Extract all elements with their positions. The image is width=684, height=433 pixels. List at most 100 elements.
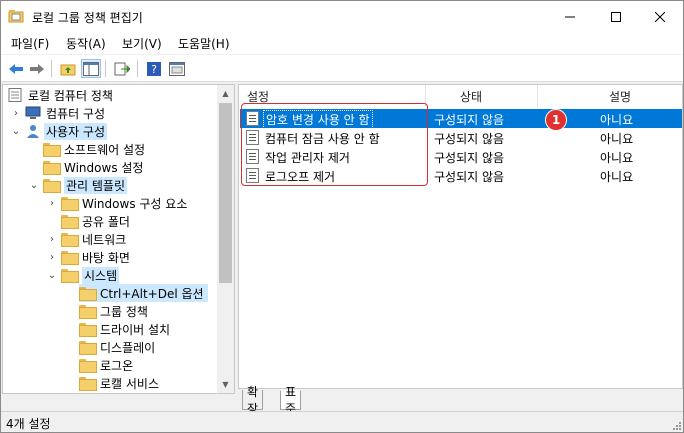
tree-item-windows-settings[interactable]: Windows 설정 bbox=[43, 158, 143, 176]
chevron-right-icon[interactable]: › bbox=[47, 248, 57, 266]
back-button[interactable] bbox=[6, 59, 26, 78]
resize-grip-icon[interactable] bbox=[671, 420, 681, 430]
setting-state: 구성되지 않음 bbox=[434, 132, 505, 146]
menu-bar: 파일(F) 동작(A) 보기(V) 도움말(H) bbox=[1, 32, 683, 54]
tree-item-label: 로그온 bbox=[100, 358, 134, 373]
setting-state: 구성되지 않음 bbox=[434, 113, 505, 127]
title-bar: 로컬 그룹 정책 편집기 bbox=[1, 1, 683, 32]
tree-item-label: 소프트웨어 설정 bbox=[64, 142, 146, 157]
close-button[interactable] bbox=[637, 1, 683, 32]
tree-item-logon[interactable]: 로그온 bbox=[79, 356, 133, 374]
status-bar: 4개 설정 bbox=[1, 411, 683, 432]
tree-item-local-computer-policy[interactable]: 로컬 컴퓨터 정책 bbox=[7, 86, 113, 104]
chevron-down-icon[interactable]: ⌄ bbox=[29, 176, 39, 194]
tree-scrollbar[interactable]: ▲ ▼ bbox=[217, 85, 234, 393]
tree-item-admin-templates[interactable]: 관리 템플릿 bbox=[43, 176, 128, 194]
column-header-description[interactable]: 설명 bbox=[609, 85, 631, 107]
scroll-up-arrow-icon[interactable]: ▲ bbox=[217, 85, 234, 102]
column-divider[interactable] bbox=[537, 85, 538, 107]
chevron-right-icon[interactable]: › bbox=[11, 104, 21, 122]
setting-description: 아니요 bbox=[600, 151, 634, 165]
tree-item-user-config[interactable]: 사용자 구성 bbox=[25, 122, 108, 140]
menu-view[interactable]: 보기(V) bbox=[122, 35, 162, 52]
setting-description: 아니요 bbox=[600, 132, 634, 146]
tree-item-group-policy[interactable]: 그룹 정책 bbox=[79, 302, 148, 320]
tree-item-windows-components[interactable]: Windows 구성 요소 bbox=[61, 194, 187, 212]
tab-standard[interactable]: 표준 bbox=[280, 385, 302, 416]
show-hide-tree-button[interactable] bbox=[81, 59, 101, 78]
tree-item-locale-services[interactable]: 로캘 서비스 bbox=[79, 374, 159, 392]
chevron-right-icon[interactable]: › bbox=[47, 194, 57, 212]
maximize-button[interactable] bbox=[593, 1, 639, 32]
folder-icon bbox=[61, 269, 79, 283]
folder-icon bbox=[79, 287, 97, 301]
back-arrow-icon bbox=[9, 63, 23, 74]
toolbar-separator bbox=[137, 60, 138, 77]
folder-icon bbox=[61, 251, 79, 265]
svg-text:?: ? bbox=[151, 63, 157, 76]
tree-item-label: 로컬 컴퓨터 정책 bbox=[28, 88, 113, 103]
folder-icon bbox=[79, 323, 97, 337]
setting-state: 구성되지 않음 bbox=[434, 170, 505, 184]
menu-action[interactable]: 동작(A) bbox=[66, 35, 106, 52]
toolbar-separator bbox=[105, 60, 106, 77]
tree-item-label: 사용자 구성 bbox=[44, 122, 108, 140]
tree-item-label: 시스템 bbox=[82, 266, 120, 284]
export-list-button[interactable] bbox=[112, 59, 132, 78]
minimize-button[interactable] bbox=[547, 1, 593, 32]
tree-item-computer-config[interactable]: 컴퓨터 구성 bbox=[25, 104, 105, 122]
chevron-down-icon[interactable]: ⌄ bbox=[11, 122, 21, 140]
folder-icon bbox=[79, 341, 97, 355]
tree-item-shared-folders[interactable]: 공유 폴더 bbox=[61, 212, 130, 230]
chevron-down-icon[interactable]: ⌄ bbox=[47, 266, 57, 284]
tree-item-system[interactable]: 시스템 bbox=[61, 266, 120, 284]
menu-help[interactable]: 도움말(H) bbox=[178, 35, 230, 52]
folder-icon bbox=[43, 161, 61, 175]
folder-up-icon bbox=[60, 64, 76, 75]
tree-item-ctrl-alt-del[interactable]: Ctrl+Alt+Del 옵션 bbox=[79, 284, 208, 302]
tree-item-label: 공유 폴더 bbox=[82, 214, 130, 229]
maximize-icon bbox=[611, 11, 621, 22]
tree-item-label: Windows 설정 bbox=[64, 160, 144, 175]
setting-state: 구성되지 않음 bbox=[434, 151, 505, 165]
tree-item-label: 바탕 화면 bbox=[82, 250, 130, 265]
up-folder-button[interactable] bbox=[58, 59, 78, 78]
step-badge: 1 bbox=[545, 109, 567, 131]
toolbar: ? bbox=[1, 55, 683, 82]
tree-item-label: Windows 구성 요소 bbox=[82, 196, 188, 211]
folder-icon bbox=[61, 197, 79, 211]
tree-item-label: 로캘 서비스 bbox=[100, 376, 160, 391]
setting-description: 아니요 bbox=[600, 170, 634, 184]
folder-icon bbox=[79, 359, 97, 373]
toolbar-separator bbox=[51, 60, 52, 77]
minimize-icon bbox=[565, 16, 575, 17]
scrollbar-thumb[interactable] bbox=[219, 103, 232, 283]
properties-button[interactable] bbox=[167, 59, 187, 78]
help-icon: ? bbox=[147, 61, 161, 76]
forward-button[interactable] bbox=[27, 59, 47, 78]
user-icon bbox=[27, 125, 39, 138]
folder-icon bbox=[43, 179, 61, 193]
tree-item-label: 컴퓨터 구성 bbox=[46, 106, 106, 121]
close-icon bbox=[655, 11, 665, 22]
highlight-box bbox=[241, 103, 428, 186]
tree-item-desktop[interactable]: 바탕 화면 bbox=[61, 248, 130, 266]
scroll-down-arrow-icon[interactable]: ▼ bbox=[217, 376, 234, 393]
tree-item-label: 디스플레이 bbox=[100, 340, 156, 355]
menu-file[interactable]: 파일(F) bbox=[11, 35, 49, 52]
chevron-right-icon[interactable]: › bbox=[47, 230, 57, 248]
forward-arrow-icon bbox=[30, 63, 44, 74]
tree-item-label: 관리 템플릿 bbox=[64, 176, 128, 194]
help-button[interactable]: ? bbox=[144, 59, 164, 78]
tab-extended[interactable]: 확장 bbox=[242, 385, 264, 416]
tree-item-network[interactable]: 네트워크 bbox=[61, 230, 126, 248]
export-icon bbox=[114, 62, 130, 75]
folder-icon bbox=[79, 305, 97, 319]
tree-item-driver-install[interactable]: 드라이버 설치 bbox=[79, 320, 170, 338]
policy-editor-icon bbox=[8, 10, 24, 23]
tree-item-display[interactable]: 디스플레이 bbox=[79, 338, 155, 356]
computer-icon bbox=[25, 106, 41, 119]
tree-item-label: 그룹 정책 bbox=[100, 304, 148, 319]
column-header-state[interactable]: 상태 bbox=[460, 85, 482, 107]
tree-item-software-settings[interactable]: 소프트웨어 설정 bbox=[43, 140, 145, 158]
